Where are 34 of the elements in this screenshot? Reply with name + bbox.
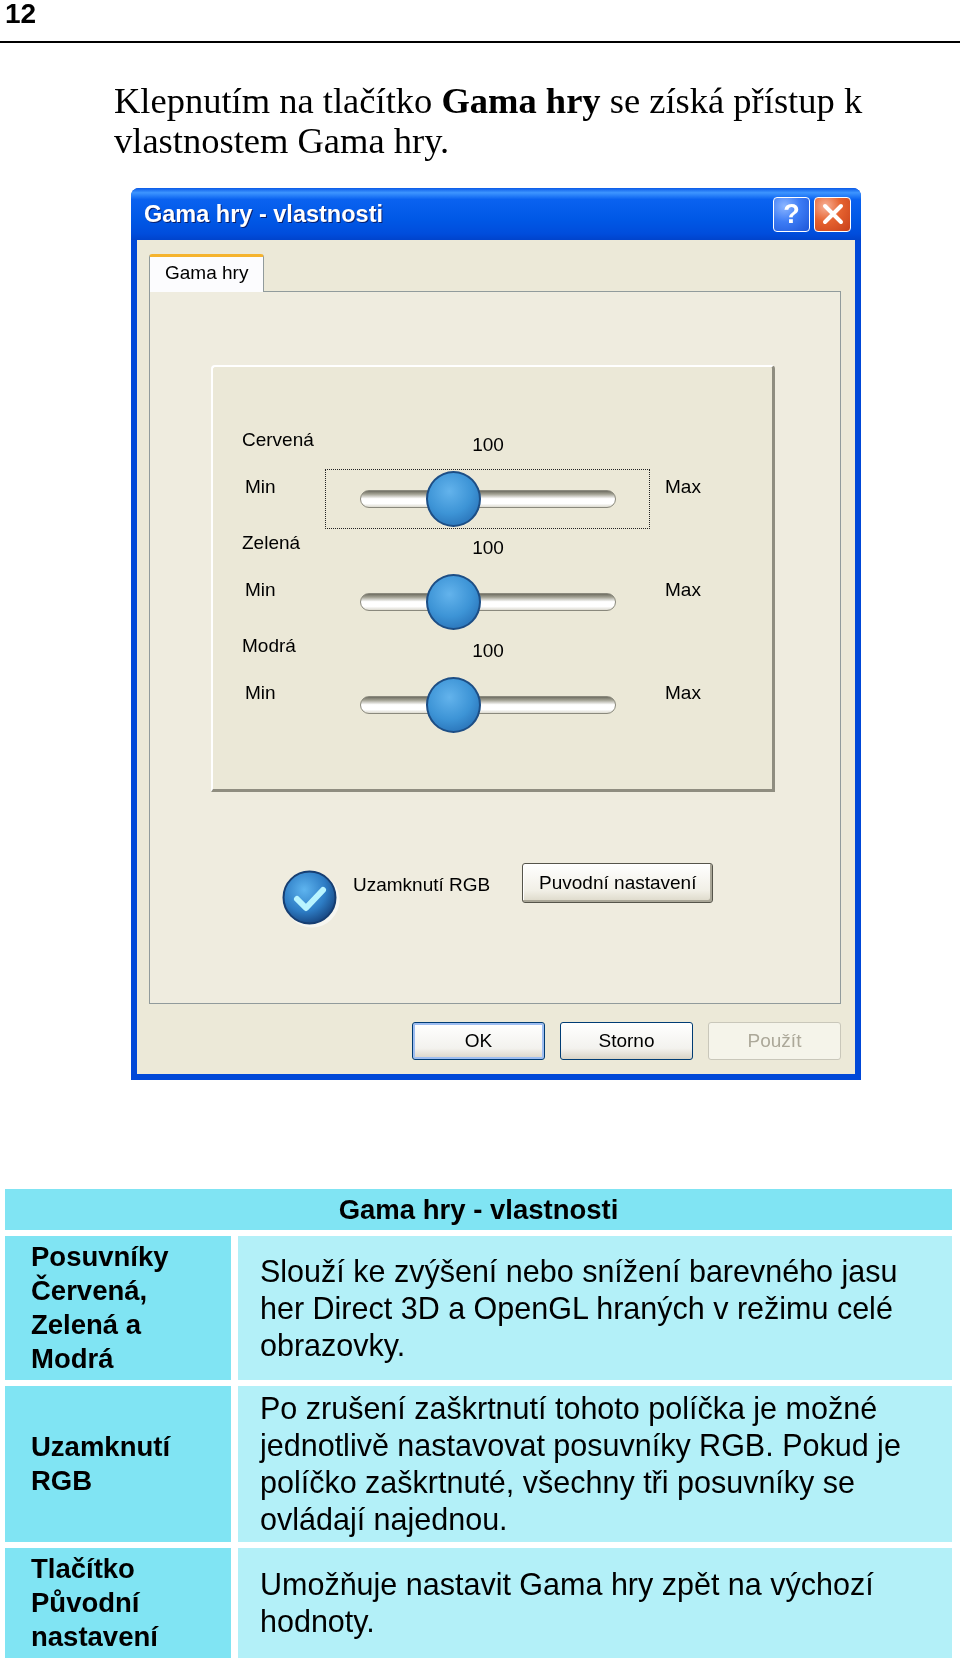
checkbox-label: Uzamknutí RGB: [353, 874, 491, 896]
max-label: Max: [665, 578, 701, 601]
lock-checkbox[interactable]: [281, 869, 340, 928]
close-icon: [821, 203, 844, 225]
max-label: Max: [665, 681, 701, 704]
slider-value: 100: [471, 433, 505, 457]
description-cell: Slouží ke zvýšení nebo snížení barevného jasu her Direct 3D a OpenGL hraných v režimu celé obrazovky.: [238, 1236, 952, 1380]
slider-label: Zelená: [242, 532, 302, 555]
cancel-button[interactable]: Storno: [560, 1022, 693, 1060]
tab[interactable]: Gama hry: [149, 254, 265, 292]
min-label: Min: [245, 681, 277, 704]
term-cell: Tlačítko Původní nastavení: [5, 1548, 231, 1658]
reset-button[interactable]: Puvodní nastavení: [522, 863, 714, 903]
close-button[interactable]: [814, 196, 851, 232]
description-cell: Po zrušení zaškrtnutí tohoto políčka je možné jednotlivě nastavovat posuvníky RGB. Pokud je políčko zaškrtnuté, všechny tři posuvníky se ovládají najednou.: [238, 1386, 952, 1542]
page-number: 12: [5, 0, 37, 28]
description-cell: Umožňuje nastavit Gama hry zpět na výchozí hodnoty.: [238, 1548, 952, 1658]
slider-track[interactable]: [360, 471, 616, 527]
max-label: Max: [665, 475, 701, 498]
min-label: Min: [245, 475, 277, 498]
min-label: Min: [245, 578, 277, 601]
slider-label: Cervená: [242, 429, 315, 452]
table-title: Gama hry - vlastnosti: [5, 1189, 952, 1230]
slider-label: Modrá: [242, 635, 297, 658]
intro-paragraph: Klepnutím na tlačítko Gama hry se získá přístup k vlastnostem Gama hry.: [114, 81, 864, 161]
ok-button[interactable]: OK: [412, 1022, 545, 1060]
term-cell: Posuvníky Červená, Zelená a Modrá: [5, 1236, 231, 1380]
window-title: Gama hry - vlastnosti: [144, 200, 384, 228]
term-cell: Uzamknutí RGB: [5, 1386, 231, 1542]
slider-track[interactable]: [360, 574, 616, 630]
slider-thumb[interactable]: [426, 471, 482, 527]
slider-track[interactable]: [360, 677, 616, 733]
slider-value: 100: [471, 639, 505, 663]
slider-value: 100: [471, 536, 505, 560]
